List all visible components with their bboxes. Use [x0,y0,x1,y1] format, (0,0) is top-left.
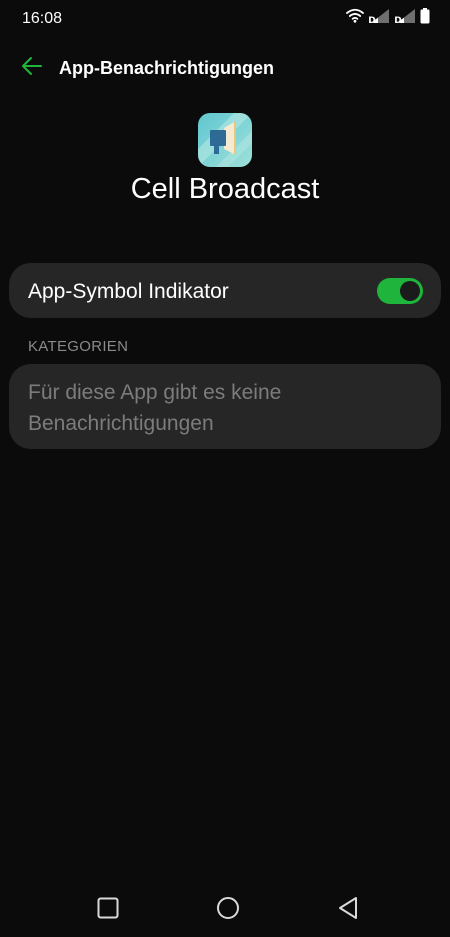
toggle-knob [400,281,420,301]
toolbar: App-Benachrichtigungen [0,50,450,86]
cell-broadcast-app-icon [198,113,252,167]
app-badge-setting[interactable]: App-Symbol Indikator [9,263,441,318]
app-name: Cell Broadcast [130,173,320,205]
navigation-bar [0,888,450,934]
recent-apps-icon [97,897,119,924]
back-icon [337,896,359,925]
home-button[interactable] [206,888,250,932]
page-title: App-Benachrichtigungen [59,58,274,78]
back-button[interactable] [14,52,50,84]
recent-apps-button[interactable] [86,888,130,932]
nav-back-button[interactable] [326,888,370,932]
svg-text:D: D [368,16,375,24]
empty-categories-text: Für diese App gibt es keine Benachrichti… [28,381,282,435]
battery-icon [420,7,430,29]
app-badge-label: App-Symbol Indikator [28,280,229,303]
categories-header: KATEGORIEN [28,338,129,355]
status-time: 16:08 [22,10,63,27]
wifi-icon [346,8,364,28]
signal-2-icon: D [394,8,416,29]
back-arrow-icon [21,56,43,81]
status-bar: 16:08 D D [0,0,450,36]
app-badge-toggle[interactable] [377,278,423,304]
svg-text:D: D [394,16,401,24]
signal-1-icon: D [368,8,390,29]
status-icons: D D [346,7,430,29]
home-icon [216,896,240,925]
categories-empty-card: Für diese App gibt es keine Benachrichti… [9,364,441,449]
